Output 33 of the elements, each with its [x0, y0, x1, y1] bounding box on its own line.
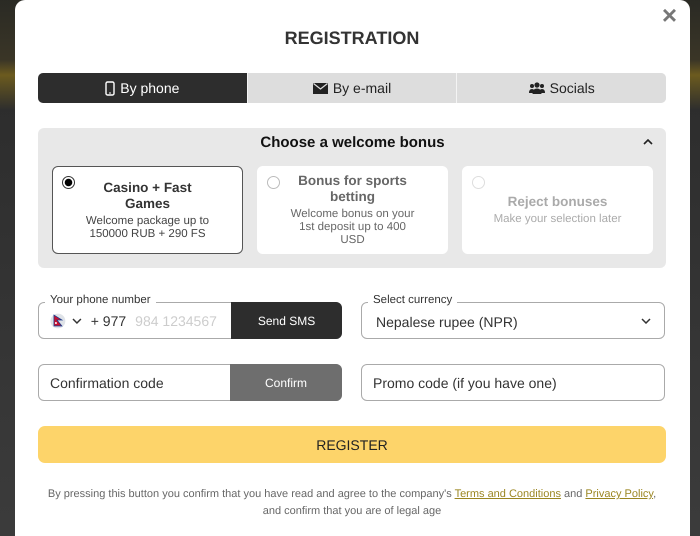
radio-button[interactable]	[62, 176, 75, 189]
panel-title: Choose a welcome bonus	[260, 134, 445, 150]
option-description: Make your selection later	[494, 213, 622, 226]
selected-currency: Nepalese rupee (NPR)	[376, 314, 519, 330]
tab[interactable]: By phone	[38, 73, 248, 103]
field-label: Select currency	[368, 294, 458, 307]
option-description: Welcome bonus on your 1st deposit up to 400 USD	[290, 208, 416, 247]
dial-code: + 977	[90, 312, 126, 328]
phone-icon	[105, 80, 116, 96]
bonus-option[interactable]: Bonus for sports betting Welcome bonus on your 1st deposit up to 400 USD	[257, 166, 448, 254]
text-link[interactable]: Privacy Policy	[585, 488, 654, 500]
option-description: Welcome package up to 150000 RUB + 290 FS	[84, 214, 210, 240]
confirm-button[interactable]: Confirm	[230, 364, 342, 401]
people-icon	[528, 82, 545, 94]
bonus-option[interactable]: Casino + Fast Games Welcome package up to 150000 RUB + 290 FS	[52, 166, 243, 254]
close-button[interactable]: ×	[658, 2, 681, 28]
send-sms-button[interactable]: Send SMS	[231, 302, 342, 339]
chevron-down-icon	[641, 318, 651, 324]
register-button[interactable]: REGISTER	[38, 426, 666, 463]
field-label: Your phone number	[45, 294, 156, 307]
chevron-up-icon[interactable]	[643, 139, 653, 145]
option-title: Reject bonuses	[506, 194, 608, 210]
confirmation-code-field[interactable]: Confirmation code Confirm	[38, 364, 342, 401]
chevron-down-icon	[72, 318, 82, 324]
promo-code-field[interactable]: Promo code (if you have one)	[361, 364, 665, 401]
flag-icon	[50, 312, 66, 328]
consent-text: By pressing this button you confirm that you have read and agree to the company's Terms and Conditions and Privacy Policy, and confirm that you are of legal age	[46, 487, 658, 519]
text-link[interactable]: Terms and Conditions	[454, 488, 561, 500]
option-title: Casino + Fast Games	[102, 180, 193, 212]
envelope-icon	[312, 82, 328, 94]
dialog-title: REGISTRATION	[284, 27, 420, 48]
option-title: Bonus for sports betting	[297, 173, 408, 205]
radio-button[interactable]	[267, 176, 280, 189]
